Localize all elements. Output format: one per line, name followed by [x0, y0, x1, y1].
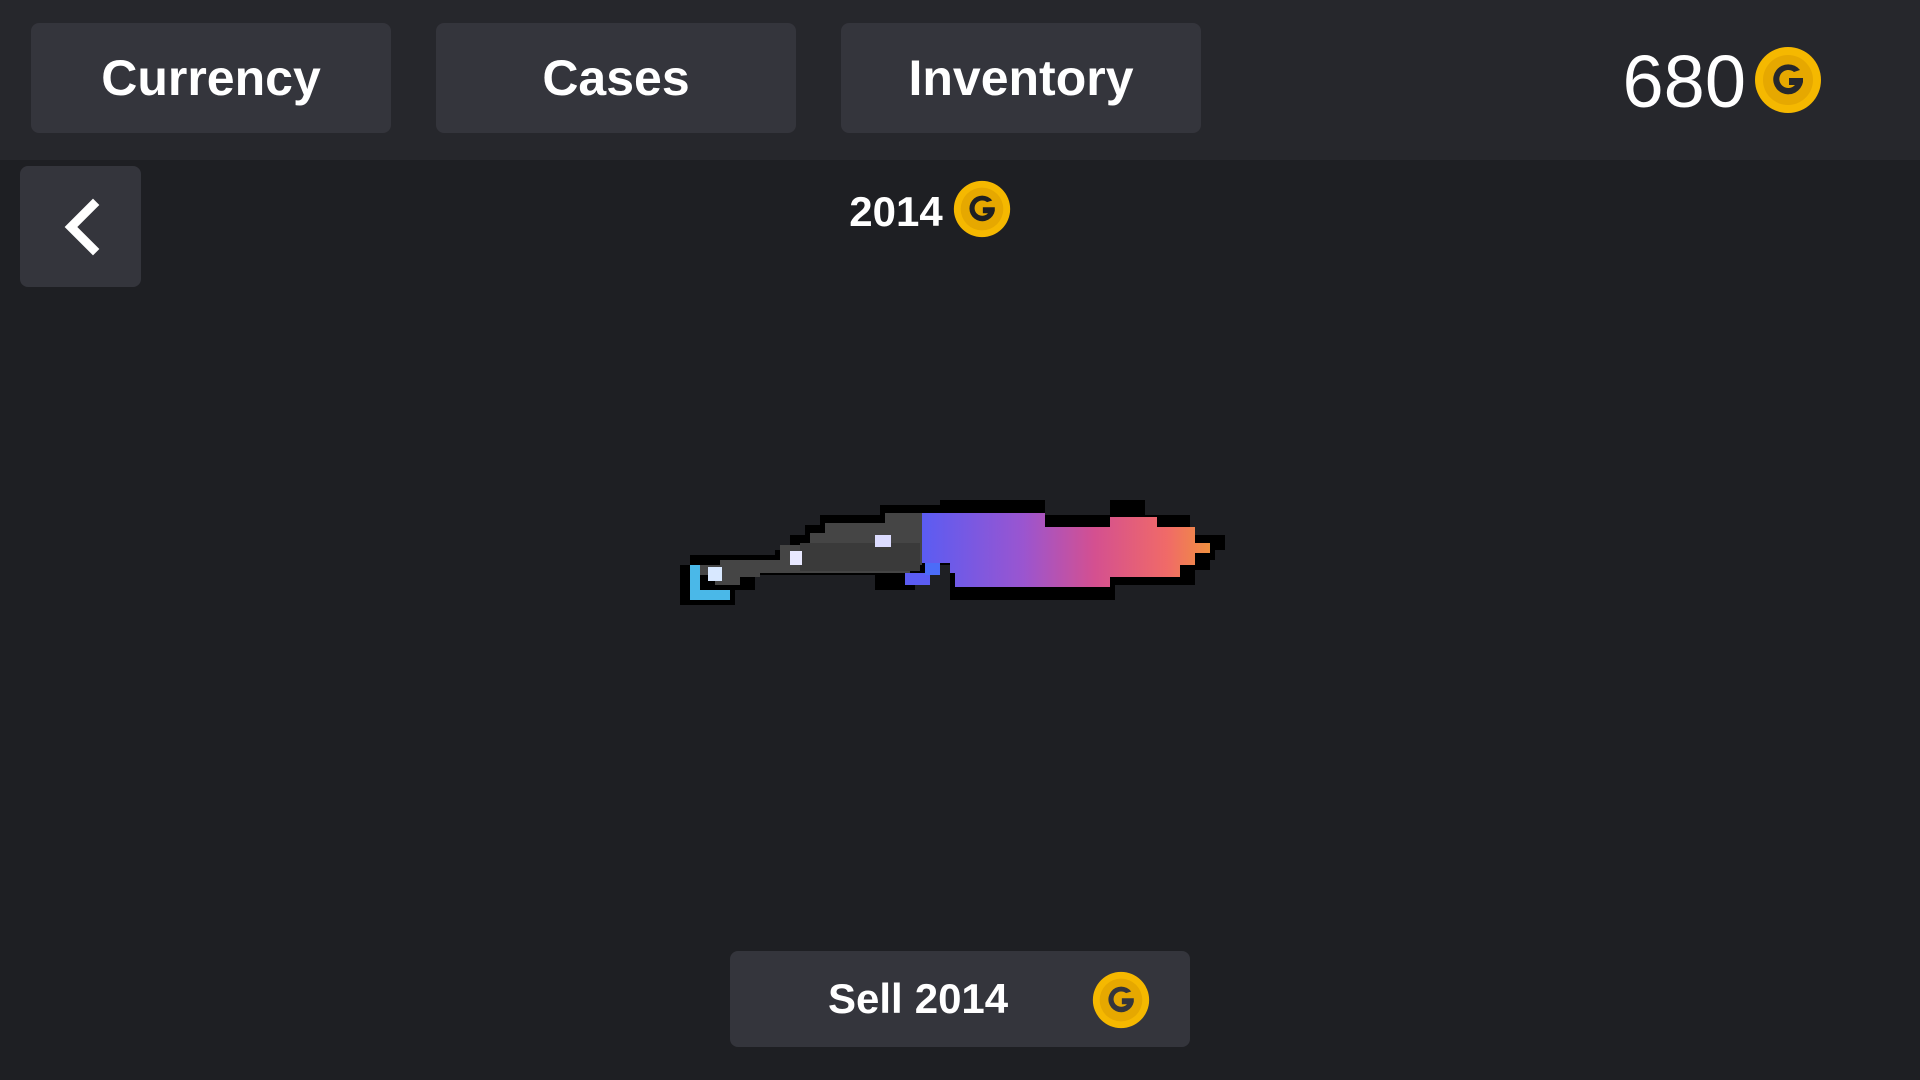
- sell-label: Sell 2014: [828, 951, 1008, 1047]
- sell-button[interactable]: Sell 2014: [730, 951, 1190, 1047]
- tab-inventory[interactable]: Inventory: [841, 23, 1201, 133]
- tab-cases[interactable]: Cases: [436, 23, 796, 133]
- balance-value: 680: [1622, 40, 1746, 123]
- tab-currency[interactable]: Currency: [31, 23, 391, 133]
- sell-text: Sell: [828, 975, 903, 1022]
- knife-item-icon: [670, 465, 1310, 635]
- gold-coin-icon: [953, 180, 1011, 243]
- balance-display: 680: [1623, 38, 1822, 126]
- top-navigation-bar: Currency Cases Inventory 680: [0, 0, 1920, 160]
- gold-coin-icon: [1754, 46, 1822, 119]
- gold-coin-icon: [1092, 971, 1150, 1034]
- item-price-value: 2014: [849, 187, 943, 235]
- item-price: 2014: [0, 180, 1920, 243]
- sell-amount: 2014: [914, 975, 1009, 1022]
